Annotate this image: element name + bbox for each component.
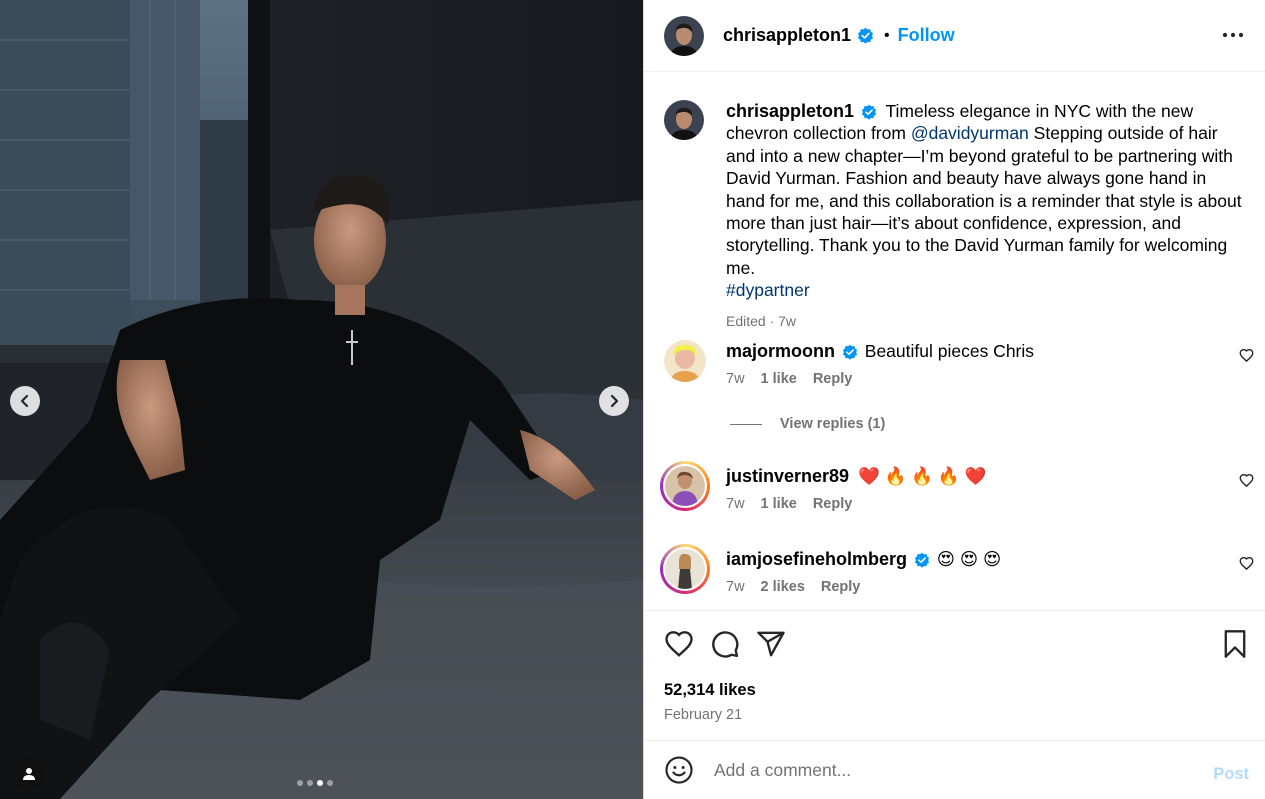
caption-text: chrisappleton1 Timeless elegance in NYC … [726, 100, 1246, 302]
comment-item: majormoonn Beautiful pieces Chris 7w 1 l… [664, 340, 1254, 387]
reply-button[interactable]: Reply [813, 496, 853, 512]
bookmark-icon[interactable] [1222, 629, 1248, 659]
more-options-icon[interactable] [1222, 24, 1244, 46]
comment-username[interactable]: justinverner89 [726, 466, 849, 486]
post-media [0, 0, 643, 799]
comment-input[interactable] [714, 759, 1184, 781]
comment-message: Beautiful pieces Chris [864, 341, 1035, 361]
comment-text: iamjosefineholmberg 😍 😍 😍 [726, 548, 1254, 570]
carousel-dot [307, 780, 313, 786]
post-actions: 52,314 likes February 21 [644, 610, 1265, 740]
comment-message: 😍 😍 😍 [936, 549, 1002, 569]
post-photo [0, 0, 643, 799]
comment-username[interactable]: iamjosefineholmberg [726, 549, 907, 569]
commenter-avatar-image [665, 549, 705, 589]
comment-meta: 7w 2 likes Reply [726, 579, 1254, 595]
comments-section[interactable]: chrisappleton1 Timeless elegance in NYC … [644, 72, 1265, 610]
user-icon [23, 768, 35, 780]
comment-time: 7w [726, 579, 745, 595]
commenter-avatar [665, 549, 705, 589]
commenter-avatar-image [664, 340, 706, 382]
verified-badge-icon [857, 27, 874, 44]
add-comment-bar: Post [644, 740, 1265, 799]
comment-item: justinverner89 ❤️ 🔥 🔥 🔥 ❤️ 7w 1 like Rep… [660, 461, 1254, 512]
commenter-avatar [665, 466, 705, 506]
carousel-dot [297, 780, 303, 786]
hashtag-link[interactable]: #dypartner [726, 280, 810, 300]
likes-count[interactable]: 52,314 likes [664, 681, 756, 700]
verified-badge-icon [842, 345, 858, 361]
comment-item: iamjosefineholmberg 😍 😍 😍 7w 2 likes Rep… [660, 544, 1254, 595]
caption-username[interactable]: chrisappleton1 [726, 101, 854, 121]
comment-meta: 7w 1 like Reply [726, 496, 1254, 512]
author-avatar-image [664, 15, 704, 56]
carousel-dot-active [317, 780, 323, 786]
chevron-left-icon [20, 394, 29, 408]
comment-like-heart-icon[interactable] [1239, 556, 1254, 571]
caption-body: chrisappleton1 Timeless elegance in NYC … [726, 100, 1246, 332]
view-replies-button[interactable]: View replies (1) [730, 416, 885, 432]
comment-meta: 7w 1 like Reply [726, 371, 1254, 387]
follow-button[interactable]: Follow [898, 25, 955, 46]
comment-like-heart-icon[interactable] [1239, 473, 1254, 488]
caption-text-part-2: Stepping outside of hair and into a new … [726, 123, 1242, 278]
comment-body: majormoonn Beautiful pieces Chris 7w 1 l… [726, 340, 1254, 387]
commenter-avatar[interactable] [664, 340, 706, 382]
comment-like-heart-icon[interactable] [1239, 348, 1254, 363]
view-replies-label: View replies (1) [780, 416, 886, 432]
post-header: chrisappleton1 • Follow [644, 0, 1265, 72]
story-ring[interactable] [660, 461, 710, 511]
verified-badge-icon [861, 105, 877, 121]
chevron-right-icon [610, 394, 619, 408]
next-slide-button[interactable] [599, 386, 629, 416]
mention-link[interactable]: @davidyurman [911, 123, 1029, 143]
commenter-avatar-image [665, 466, 705, 506]
reply-button[interactable]: Reply [821, 579, 861, 595]
post-details-panel: chrisappleton1 • Follow chrisappleton1 T… [643, 0, 1265, 799]
comment-text: justinverner89 ❤️ 🔥 🔥 🔥 ❤️ [726, 465, 1254, 487]
share-send-icon[interactable] [756, 629, 786, 659]
story-ring[interactable] [660, 544, 710, 594]
caption-author-avatar[interactable] [664, 100, 704, 140]
post-caption: chrisappleton1 Timeless elegance in NYC … [664, 100, 1246, 332]
author-avatar-image [664, 100, 704, 140]
comment-body: justinverner89 ❤️ 🔥 🔥 🔥 ❤️ 7w 1 like Rep… [726, 465, 1254, 512]
comment-likes[interactable]: 1 like [761, 496, 797, 512]
reply-button[interactable]: Reply [813, 371, 853, 387]
author-username[interactable]: chrisappleton1 [723, 25, 851, 46]
comment-time: 7w [726, 371, 745, 387]
comment-text: majormoonn Beautiful pieces Chris [726, 340, 1254, 362]
post-dialog: chrisappleton1 • Follow chrisappleton1 T… [0, 0, 1265, 799]
like-heart-icon[interactable] [664, 629, 694, 659]
comment-likes[interactable]: 1 like [761, 371, 797, 387]
replies-divider [730, 423, 762, 425]
separator-dot: • [884, 26, 890, 44]
comment-username[interactable]: majormoonn [726, 341, 835, 361]
caption-meta: Edited · 7w [726, 312, 797, 329]
post-date: February 21 [664, 707, 743, 723]
post-comment-button[interactable]: Post [1213, 765, 1249, 784]
comment-likes[interactable]: 2 likes [761, 579, 805, 595]
previous-slide-button[interactable] [10, 386, 40, 416]
emoji-smiley-icon[interactable] [664, 755, 694, 785]
comment-message: ❤️ 🔥 🔥 🔥 ❤️ [857, 466, 987, 486]
comment-body: iamjosefineholmberg 😍 😍 😍 7w 2 likes Rep… [726, 548, 1254, 595]
carousel-dot [327, 780, 333, 786]
action-icons [664, 629, 786, 659]
comment-time: 7w [726, 496, 745, 512]
verified-badge-icon [914, 553, 930, 569]
carousel-indicator [297, 780, 333, 786]
comment-bubble-icon[interactable] [710, 629, 740, 659]
tagged-users-button[interactable] [12, 757, 46, 791]
author-avatar[interactable] [664, 15, 704, 56]
